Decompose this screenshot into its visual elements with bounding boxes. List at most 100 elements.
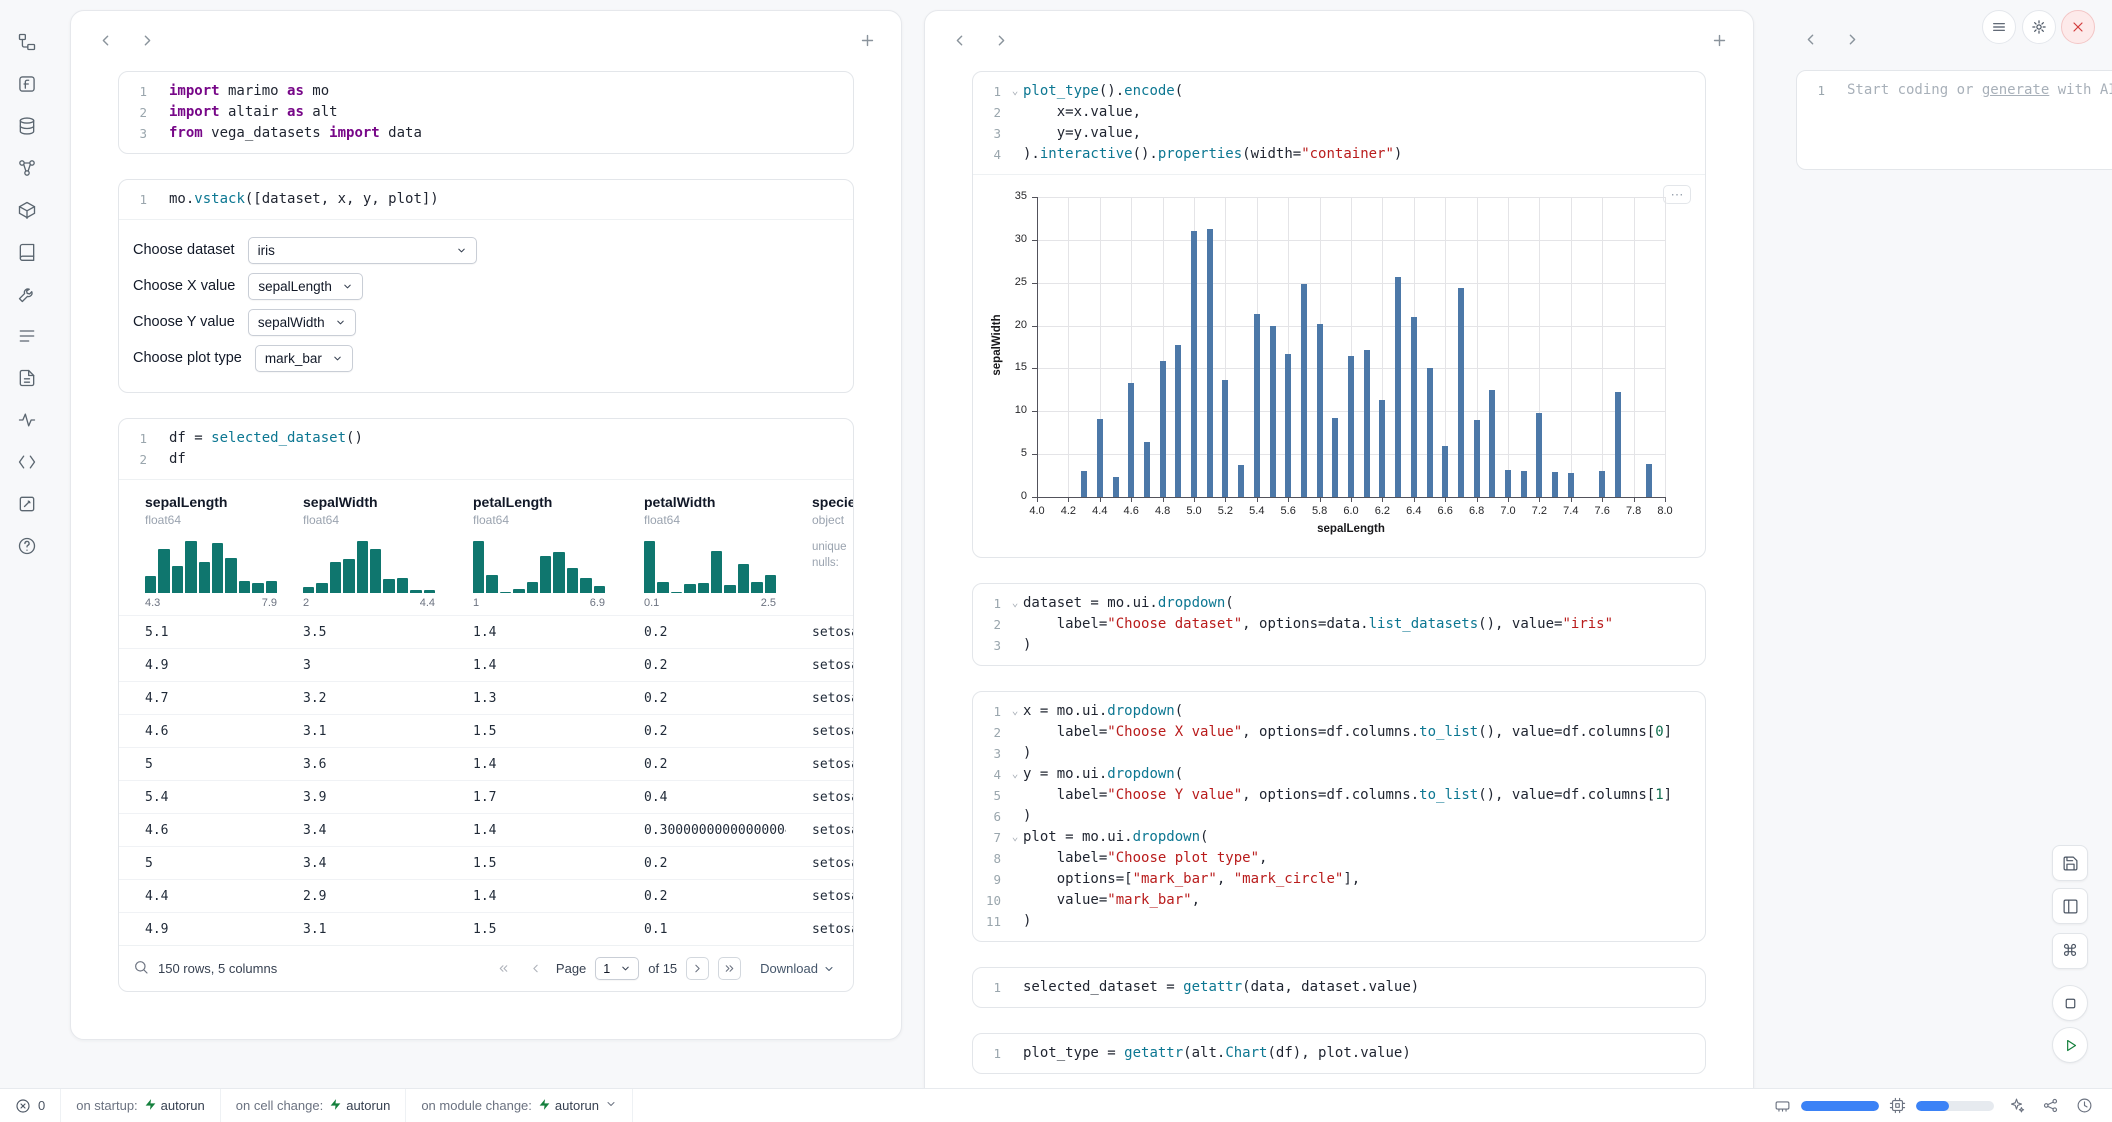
notebook-menu-button[interactable] <box>1982 10 2016 44</box>
column-next-button[interactable] <box>137 30 157 50</box>
plot-type-select[interactable]: mark_bar <box>255 345 353 372</box>
help-icon[interactable] <box>13 532 41 560</box>
packages-icon[interactable] <box>13 196 41 224</box>
next-page-button[interactable] <box>686 957 709 980</box>
code-editor[interactable]: 1⌄dataset = mo.ui.dropdown(2 label="Choo… <box>973 584 1705 665</box>
keyboard-shortcuts-button[interactable]: ⌘ <box>2052 933 2088 969</box>
code-line: 3) <box>973 743 1705 764</box>
settings-button[interactable] <box>2022 10 2056 44</box>
ai-sparkle-icon[interactable] <box>2004 1094 2028 1118</box>
table-row[interactable]: 4.93.11.50.1setosa <box>119 912 853 945</box>
file-tree-icon[interactable] <box>13 28 41 56</box>
last-page-button[interactable] <box>718 957 741 980</box>
functions-icon[interactable] <box>13 70 41 98</box>
interrupt-button[interactable] <box>2052 985 2088 1021</box>
x-axis-label: 7.4 <box>1556 505 1586 517</box>
search-icon[interactable] <box>133 959 149 978</box>
column-header-species[interactable]: speciesobjectuniquenulls: <box>786 494 853 609</box>
column-next-button[interactable] <box>991 30 1011 50</box>
cell-imports: 1import marimo as mo2import altair as al… <box>118 71 854 154</box>
snippets-icon[interactable] <box>13 448 41 476</box>
fold-chevron-icon[interactable]: ⌄ <box>1007 593 1023 614</box>
y-value-select[interactable]: sepalWidth <box>248 309 356 336</box>
chart-bar <box>1238 465 1244 497</box>
database-icon[interactable] <box>13 112 41 140</box>
chart-actions-button[interactable]: ⋯ <box>1663 185 1691 204</box>
panel-layout-button[interactable] <box>2052 888 2088 924</box>
table-row[interactable]: 4.931.40.2setosa <box>119 648 853 681</box>
logs-icon[interactable] <box>13 322 41 350</box>
table-row[interactable]: 4.42.91.40.2setosa <box>119 879 853 912</box>
column-left-header <box>71 11 901 69</box>
column-header-petalLength[interactable]: petalLengthfloat6416.9 <box>447 494 618 609</box>
table-row[interactable]: 53.61.40.2setosa <box>119 747 853 780</box>
histogram-bar <box>473 541 484 593</box>
add-cell-button[interactable] <box>857 30 877 50</box>
x-axis-label: 8.0 <box>1650 505 1680 517</box>
outline-icon[interactable] <box>13 364 41 392</box>
prev-page-button[interactable] <box>524 957 547 980</box>
table-row[interactable]: 4.63.41.40.30000000000000004setosa <box>119 813 853 846</box>
column-name: petalLength <box>473 494 618 510</box>
column-prev-button[interactable] <box>95 30 115 50</box>
table-row[interactable]: 5.43.91.70.4setosa <box>119 780 853 813</box>
dataset-select[interactable]: iris <box>248 237 477 264</box>
table-row[interactable]: 4.73.21.30.2setosa <box>119 681 853 714</box>
x-axis-label: 7.2 <box>1524 505 1554 517</box>
history-icon[interactable] <box>2072 1094 2096 1118</box>
code-editor[interactable]: 1 Start coding or generate with AI <box>1797 71 2112 110</box>
fold-chevron-icon[interactable]: ⌄ <box>1007 81 1023 102</box>
column-next-button[interactable] <box>1842 29 1862 49</box>
dependency-graph-icon[interactable] <box>13 154 41 182</box>
code-text: ).interactive().properties(width="contai… <box>1023 144 1705 165</box>
data-table: sepalLengthfloat644.37.9sepalWidthfloat6… <box>119 480 853 945</box>
page-select[interactable]: 1 <box>595 957 639 980</box>
column-prev-button[interactable] <box>1800 29 1820 49</box>
generate-with-ai-link[interactable]: generate <box>1982 82 2049 98</box>
zap-icon <box>144 1098 157 1114</box>
runtime-config-item-0[interactable]: on startup:autorun <box>61 1089 221 1122</box>
download-button[interactable]: Download <box>760 961 835 976</box>
error-count-badge[interactable]: 0 <box>0 1089 61 1122</box>
table-row[interactable]: 5.13.51.40.2setosa <box>119 615 853 648</box>
code-editor[interactable]: 1selected_dataset = getattr(data, datase… <box>973 968 1705 1007</box>
code-line: 7⌄plot = mo.ui.dropdown( <box>973 827 1705 848</box>
code-editor[interactable]: 1⌄x = mo.ui.dropdown(2 label="Choose X v… <box>973 692 1705 941</box>
runtime-config-item-1[interactable]: on cell change:autorun <box>221 1089 407 1122</box>
tools-icon[interactable] <box>13 280 41 308</box>
documentation-icon[interactable] <box>13 238 41 266</box>
first-page-button[interactable] <box>492 957 515 980</box>
share-icon[interactable] <box>2038 1094 2062 1118</box>
range-min: 1 <box>473 597 479 609</box>
code-editor[interactable]: 1⌄plot_type().encode(2 x=x.value,3 y=y.v… <box>973 72 1705 174</box>
scratchpad-icon[interactable] <box>13 490 41 518</box>
runtime-config-item-2[interactable]: on module change:autorun <box>406 1089 633 1122</box>
tracing-icon[interactable] <box>13 406 41 434</box>
table-cell: 5 <box>119 757 277 772</box>
x-value-select[interactable]: sepalLength <box>248 273 363 300</box>
code-editor[interactable]: 1import marimo as mo2import altair as al… <box>119 72 853 153</box>
table-row[interactable]: 53.41.50.2setosa <box>119 846 853 879</box>
code-editor[interactable]: 1plot_type = getattr(alt.Chart(df), plot… <box>973 1034 1705 1073</box>
column-header-sepalWidth[interactable]: sepalWidthfloat6424.4 <box>277 494 447 609</box>
code-editor[interactable]: 1mo.vstack([dataset, x, y, plot]) <box>119 180 853 219</box>
add-cell-button[interactable] <box>1709 30 1729 50</box>
column-header-petalWidth[interactable]: petalWidthfloat640.12.5 <box>618 494 786 609</box>
run-all-button[interactable] <box>2052 1027 2088 1063</box>
chart-bar <box>1160 361 1166 497</box>
table-row[interactable]: 4.63.11.50.2setosa <box>119 714 853 747</box>
save-button[interactable] <box>2052 845 2088 881</box>
chart-bar <box>1521 471 1527 497</box>
fold-chevron-icon[interactable]: ⌄ <box>1007 701 1023 722</box>
fold-chevron-icon[interactable]: ⌄ <box>1007 827 1023 848</box>
histogram-bar <box>330 562 341 593</box>
control-row-y-value: Choose Y valuesepalWidth <box>133 304 853 340</box>
line-number: 1 <box>973 977 1007 998</box>
column-prev-button[interactable] <box>949 30 969 50</box>
fold-chevron-icon[interactable]: ⌄ <box>1007 764 1023 785</box>
column-header-sepalLength[interactable]: sepalLengthfloat644.37.9 <box>119 494 277 609</box>
shutdown-button[interactable] <box>2061 10 2095 44</box>
code-editor[interactable]: 1df = selected_dataset()2df <box>119 419 853 479</box>
range-max: 6.9 <box>590 597 605 609</box>
close-icon <box>2070 19 2086 35</box>
